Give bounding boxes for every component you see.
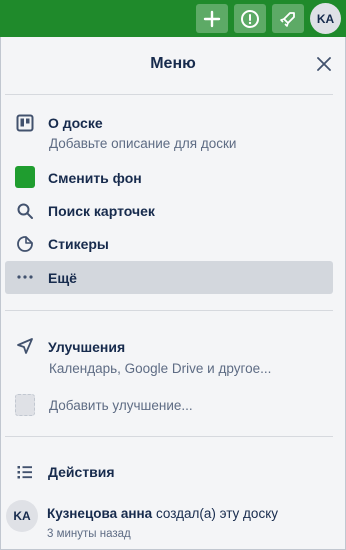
menu-item-label: Улучшения (48, 339, 126, 355)
menu-item-label: О доске (48, 115, 103, 131)
menu-item-label: Ещё (48, 270, 77, 286)
activity-icon (15, 462, 35, 482)
activity-timestamp[interactable]: 3 минуты назад (47, 528, 131, 540)
background-color-swatch (15, 166, 35, 188)
menu-item-about-board[interactable]: О доске Добавьте описание для доски (5, 108, 333, 154)
activity-entry-text: Кузнецова анна создал(а) эту доску (47, 506, 278, 521)
search-icon (15, 201, 35, 221)
plus-icon (203, 10, 221, 27)
activity-action: создал(а) эту доску (155, 506, 279, 521)
info-icon (241, 9, 259, 28)
info-button[interactable] (234, 4, 266, 33)
close-icon (317, 57, 331, 71)
add-button[interactable] (196, 4, 228, 33)
menu-item-label: Стикеры (48, 236, 109, 252)
menu-item-powerups[interactable]: Улучшения Календарь, Google Drive и друг… (5, 333, 333, 379)
divider (5, 94, 333, 95)
menu-header: Меню (1, 37, 345, 91)
close-button[interactable] (314, 54, 334, 74)
menu-item-change-background[interactable]: Сменить фон (5, 163, 333, 193)
rocket-icon (15, 336, 35, 356)
activity-user[interactable]: Кузнецова анна (47, 506, 152, 521)
menu-item-subtitle: Календарь, Google Drive и другое... (49, 361, 272, 376)
divider (5, 310, 333, 311)
menu-item-search-cards[interactable]: Поиск карточек (5, 196, 333, 226)
board-icon (15, 113, 35, 133)
board-menu-panel: Меню О доске Добавьте описание для доски… (0, 37, 346, 550)
rocket-icon (280, 11, 295, 27)
sticker-icon (15, 234, 35, 254)
avatar-initials: KA (13, 509, 31, 523)
notifications-button[interactable] (272, 4, 304, 33)
add-powerup-label: Добавить улучшение... (49, 398, 193, 413)
avatar[interactable]: KA (310, 3, 341, 34)
board-header-bar: KA (0, 0, 346, 37)
avatar-initials: KA (316, 11, 335, 26)
menu-item-label: Поиск карточек (48, 203, 155, 219)
more-icon (15, 267, 35, 287)
divider (5, 436, 333, 437)
placeholder-icon (15, 394, 35, 416)
menu-item-subtitle[interactable]: Добавьте описание для доски (49, 136, 236, 151)
menu-item-label: Сменить фон (48, 170, 142, 186)
avatar[interactable]: KA (6, 500, 38, 532)
menu-item-label: Действия (48, 464, 115, 480)
menu-item-stickers[interactable]: Стикеры (5, 229, 333, 259)
menu-item-activity[interactable]: Действия (5, 459, 333, 485)
add-powerup-button[interactable]: Добавить улучшение... (5, 391, 333, 421)
menu-item-more[interactable]: Ещё (5, 261, 333, 294)
menu-title: Меню (150, 55, 196, 72)
